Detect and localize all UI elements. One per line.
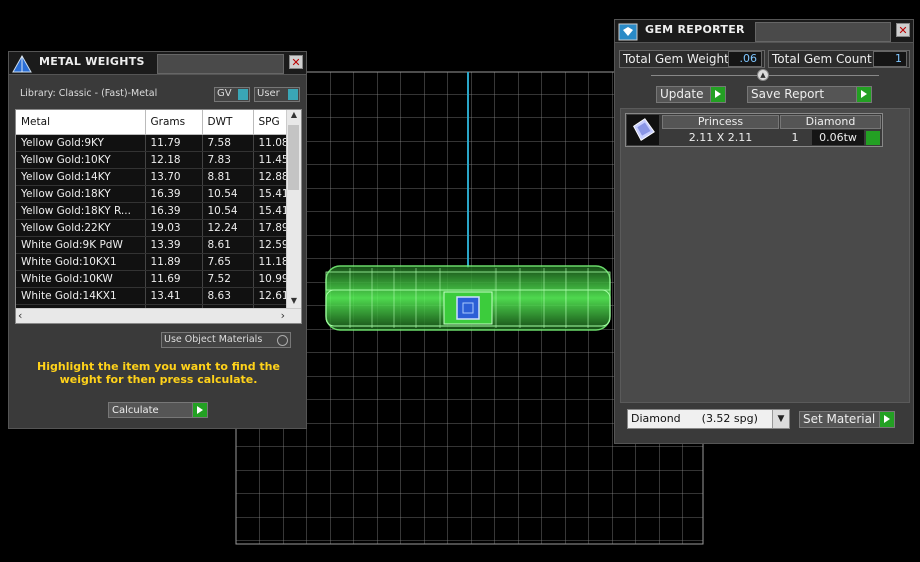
gv-toggle-indicator: [238, 89, 248, 100]
instruction-text: Highlight the item you want to find the …: [37, 360, 280, 386]
metal-cell: White Gold:9K PdW: [16, 236, 146, 254]
dwt-cell: 7.83: [202, 151, 254, 169]
user-toggle[interactable]: User: [254, 87, 300, 102]
metal-weights-panel: METAL WEIGHTS ✕ Library: Classic - (Fast…: [8, 51, 307, 429]
dwt-cell: 7.65: [202, 253, 254, 271]
scroll-thumb[interactable]: [288, 125, 299, 190]
metal-table: Metal Grams DWT SPG Yellow Gold:9KY 11.79…: [16, 110, 294, 322]
gem-list: Princess Diamond 2.11 X 2.11 1 0.06tw: [620, 108, 910, 403]
total-count-field: 1: [873, 51, 907, 67]
metal-cell: Yellow Gold:22KY: [16, 219, 146, 237]
gem-list-item[interactable]: Princess Diamond 2.11 X 2.11 1 0.06tw: [625, 113, 883, 147]
horizontal-scrollbar[interactable]: ‹ ›: [16, 308, 301, 323]
scroll-right-arrow[interactable]: ›: [281, 309, 285, 322]
update-button[interactable]: Update: [656, 86, 726, 103]
grams-cell: 11.79: [145, 134, 203, 152]
princess-gem-icon: [627, 115, 659, 145]
gv-toggle[interactable]: GV: [214, 87, 250, 102]
dwt-cell: 8.61: [202, 236, 254, 254]
play-arrow-icon: [710, 87, 725, 102]
metal-cell: Yellow Gold:18KY R...: [16, 202, 146, 220]
set-material-button[interactable]: Set Material: [799, 411, 895, 428]
chevron-down-icon: ▼: [772, 410, 789, 428]
gem-reporter-app-icon: [618, 23, 638, 41]
play-arrow-icon: [192, 403, 207, 417]
metal-table-container[interactable]: Metal Grams DWT SPG Yellow Gold:9KY 11.79…: [15, 109, 302, 324]
table-row[interactable]: Yellow Gold:18KY R... 16.39 10.54 15.41: [16, 202, 294, 220]
table-row[interactable]: Yellow Gold:9KY 11.79 7.58 11.08: [16, 134, 294, 152]
vertical-scrollbar[interactable]: ▲ ▼: [286, 110, 301, 310]
metal-cell: Yellow Gold:10KY: [16, 151, 146, 169]
table-row[interactable]: White Gold:14KX1 13.41 8.63 12.61: [16, 287, 294, 305]
grams-cell: 19.03: [145, 219, 203, 237]
gem-details-arrow-icon[interactable]: [866, 131, 880, 145]
gem-weight: 0.06tw: [812, 130, 864, 145]
table-row[interactable]: White Gold:10KX1 11.89 7.65 11.18: [16, 253, 294, 271]
total-count-group: Total Gem Count 1: [768, 50, 910, 68]
gem-stone: [456, 296, 480, 320]
close-icon[interactable]: ✕: [896, 23, 910, 37]
metal-cell: White Gold:14KX1: [16, 287, 146, 305]
total-weight-label: Total Gem Weight: [623, 52, 729, 66]
splitter-handle[interactable]: ▲: [757, 69, 769, 81]
table-row[interactable]: Yellow Gold:10KY 12.18 7.83 11.45: [16, 151, 294, 169]
metal-cell: Yellow Gold:14KY: [16, 168, 146, 186]
metal-cell: Yellow Gold:9KY: [16, 134, 146, 152]
material-select[interactable]: Diamond (3.52 spg) ▼: [627, 409, 790, 429]
grams-cell: 11.69: [145, 270, 203, 288]
gem-size: 2.11 X 2.11: [688, 131, 753, 144]
grams-cell: 13.41: [145, 287, 203, 305]
calculate-button[interactable]: Calculate: [108, 402, 208, 418]
table-row[interactable]: Yellow Gold:22KY 19.03 12.24 17.89: [16, 219, 294, 237]
user-toggle-indicator: [288, 89, 298, 100]
total-weight-field: .06: [728, 51, 762, 67]
grams-cell: 16.39: [145, 202, 203, 220]
save-report-button[interactable]: Save Report: [747, 86, 872, 103]
grams-cell: 11.89: [145, 253, 203, 271]
play-arrow-icon: [879, 412, 894, 427]
dwt-cell: 12.24: [202, 219, 254, 237]
table-row[interactable]: Yellow Gold:18KY 16.39 10.54 15.41: [16, 185, 294, 203]
dwt-cell: 8.81: [202, 168, 254, 186]
library-label: Library: Classic - (Fast)-Metal: [20, 88, 158, 99]
dwt-cell: 7.52: [202, 270, 254, 288]
gem-count: 1: [791, 131, 799, 144]
column-header-grams[interactable]: Grams: [145, 110, 203, 135]
grams-cell: 12.18: [145, 151, 203, 169]
metal-weights-app-icon: [12, 54, 32, 73]
metal-weights-title: METAL WEIGHTS: [39, 55, 145, 68]
metal-cell: White Gold:10KX1: [16, 253, 146, 271]
metal-cell: White Gold:10KW: [16, 270, 146, 288]
grams-cell: 13.39: [145, 236, 203, 254]
table-row[interactable]: White Gold:9K PdW 13.39 8.61 12.59: [16, 236, 294, 254]
gem-material: Diamond: [780, 115, 881, 129]
dwt-cell: 7.58: [202, 134, 254, 152]
scroll-left-arrow[interactable]: ‹: [18, 309, 22, 322]
column-header-metal[interactable]: Metal: [16, 110, 146, 135]
dwt-cell: 10.54: [202, 185, 254, 203]
table-row[interactable]: White Gold:10KW 11.69 7.52 10.99: [16, 270, 294, 288]
close-icon[interactable]: ✕: [289, 55, 303, 69]
gem-reporter-title: GEM REPORTER: [645, 23, 745, 36]
total-weight-group: Total Gem Weight .06: [619, 50, 765, 68]
dwt-cell: 8.63: [202, 287, 254, 305]
scroll-up-arrow[interactable]: ▲: [287, 110, 301, 124]
ring-model: [325, 265, 611, 331]
use-object-materials-toggle[interactable]: Use Object Materials: [161, 332, 291, 348]
grams-cell: 16.39: [145, 185, 203, 203]
play-arrow-icon: [856, 87, 871, 102]
total-count-label: Total Gem Count: [772, 52, 872, 66]
dwt-cell: 10.54: [202, 202, 254, 220]
metal-weights-titlebar[interactable]: METAL WEIGHTS ✕: [9, 52, 306, 75]
radio-icon: [277, 335, 288, 346]
table-row[interactable]: Yellow Gold:14KY 13.70 8.81 12.88: [16, 168, 294, 186]
column-header-dwt[interactable]: DWT: [202, 110, 254, 135]
grams-cell: 13.70: [145, 168, 203, 186]
gem-reporter-titlebar[interactable]: GEM REPORTER ✕: [615, 20, 913, 43]
metal-cell: Yellow Gold:18KY: [16, 185, 146, 203]
gem-reporter-panel: GEM REPORTER ✕ Total Gem Weight .06 Tota…: [614, 19, 914, 444]
gem-shape: Princess: [662, 115, 779, 129]
